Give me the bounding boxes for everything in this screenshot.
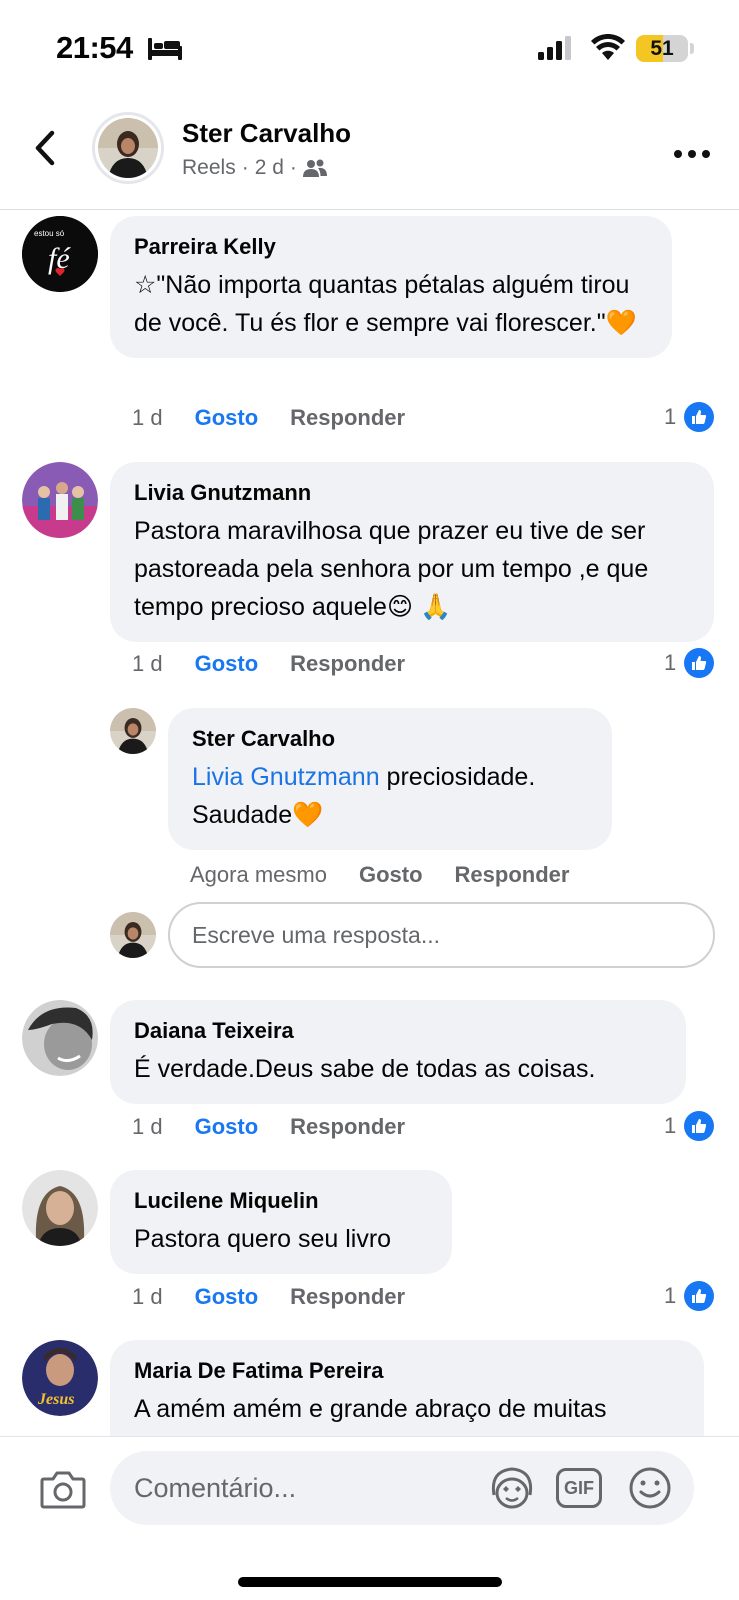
commenter-avatar[interactable] [22,1170,98,1246]
commenter-avatar[interactable]: Jesus [22,1340,98,1416]
like-count: 1 [664,1283,677,1308]
meta-separator: · [289,156,297,179]
reply-actions: Agora mesmo Gosto Responder [190,862,569,888]
home-indicator [238,1577,502,1587]
post-header: Ster Carvalho Reels · 2 d · [0,100,739,210]
comment-like-count[interactable]: 1 [664,402,715,432]
reply-bubble[interactable]: Ster Carvalho Livia Gnutzmann preciosida… [168,708,612,850]
avatar-image [110,708,156,754]
commenter-avatar[interactable] [22,462,98,538]
camera-icon[interactable] [40,1469,86,1509]
emoji-icon[interactable] [628,1466,672,1510]
comment-bubble[interactable]: Lucilene Miquelin Pastora quero seu livr… [110,1170,452,1274]
comment-composer: Comentário... GIF [0,1436,739,1600]
comment-like-count[interactable]: 1 [664,1281,715,1311]
reply-time: Agora mesmo [190,862,327,887]
comment-bubble[interactable]: Parreira Kelly ☆"Não importa quantas pét… [110,216,672,358]
battery-indicator: 51 [636,35,688,62]
post-meta: Reels · 2 d · [182,156,327,180]
status-time: 21:54 [56,30,133,65]
comment-time: 1 d [132,1114,163,1139]
avatar-sticker-icon[interactable] [488,1465,536,1511]
comment-text: Pastora quero seu livro [134,1225,392,1253]
like-thumb-icon [684,402,715,432]
reply-input[interactable]: Escreve uma resposta... [168,902,715,968]
bed-icon [148,38,182,60]
comment-author[interactable]: Maria De Fatima Pereira [134,1358,680,1384]
like-button[interactable]: Gosto [195,651,259,677]
like-button[interactable]: Gosto [195,405,259,431]
reply-button[interactable]: Responder [290,1114,405,1140]
like-thumb-icon [684,648,715,678]
comment-text: Pastora maravilhosa que prazer eu tive d… [134,517,649,621]
like-count: 1 [664,650,677,675]
like-thumb-icon [684,1281,715,1311]
avatar-image: estou só fé [22,216,98,292]
author-name[interactable]: Ster Carvalho [182,118,351,149]
more-icon[interactable] [672,144,712,164]
like-thumb-icon [684,1111,715,1141]
comment-placeholder: Comentário... [134,1473,297,1503]
comment-author[interactable]: Livia Gnutzmann [134,480,690,506]
comment-author[interactable]: Parreira Kelly [134,234,648,260]
comment-author[interactable]: Lucilene Miquelin [134,1188,428,1214]
comment-actions: 1 d Gosto Responder [132,651,405,677]
comment-like-count[interactable]: 1 [664,648,715,678]
reply-text: Livia Gnutzmann preciosidade. Saudade🧡 [192,758,588,834]
comment-text: É verdade.Deus sabe de todas as coisas. [134,1055,596,1083]
author-avatar-image [98,118,158,178]
wifi-icon [591,34,625,60]
comment-time: 1 d [132,1284,163,1309]
meta-separator: · [241,156,249,179]
back-icon[interactable] [28,125,64,171]
comment-text: A amém amém e grande abraço de muitas [134,1395,607,1423]
avatar-image [22,1170,98,1246]
reply-button[interactable]: Responder [290,405,405,431]
comment-author[interactable]: Daiana Teixeira [134,1018,662,1044]
post-type: Reels [182,156,236,179]
current-user-avatar [110,912,156,958]
comment-actions: 1 d Gosto Responder [132,405,405,431]
like-button[interactable]: Gosto [195,1114,259,1140]
signal-icon [538,36,571,60]
comment-time: 1 d [132,405,163,430]
avatar-image [22,462,98,538]
avatar-image [110,912,156,958]
reply-author[interactable]: Ster Carvalho [192,726,588,752]
commenter-avatar[interactable] [22,1000,98,1076]
comment-input[interactable]: Comentário... GIF [110,1451,694,1525]
comment-actions: 1 d Gosto Responder [132,1284,405,1310]
friends-icon [302,159,327,177]
avatar-image: Jesus [22,1340,98,1416]
reply-avatar[interactable] [110,708,156,754]
status-bar: 21:54 51 [0,0,739,100]
battery-percentage: 51 [650,37,674,60]
like-button[interactable]: Gosto [195,1284,259,1310]
comment-like-count[interactable]: 1 [664,1111,715,1141]
reply-button[interactable]: Responder [290,651,405,677]
comment-text: ☆"Não importa quantas pétalas alguém tir… [134,271,637,337]
gif-icon[interactable]: GIF [556,1468,602,1508]
comment-actions: 1 d Gosto Responder [132,1114,405,1140]
like-count: 1 [664,404,677,429]
post-age: 2 d [254,156,284,179]
avatar-image [22,1000,98,1076]
comment-bubble[interactable]: Daiana Teixeira É verdade.Deus sabe de t… [110,1000,686,1104]
avatar-text: estou só [34,229,65,238]
like-count: 1 [664,1113,677,1138]
like-button[interactable]: Gosto [359,862,423,888]
comment-bubble[interactable]: Livia Gnutzmann Pastora maravilhosa que … [110,462,714,642]
battery-tip [690,43,694,54]
reply-button[interactable]: Responder [455,862,570,888]
author-avatar[interactable] [92,112,164,184]
reply-button[interactable]: Responder [290,1284,405,1310]
avatar-text: Jesus [37,1391,74,1408]
mention-link[interactable]: Livia Gnutzmann [192,763,380,791]
comment-time: 1 d [132,651,163,676]
commenter-avatar[interactable]: estou só fé [22,216,98,292]
